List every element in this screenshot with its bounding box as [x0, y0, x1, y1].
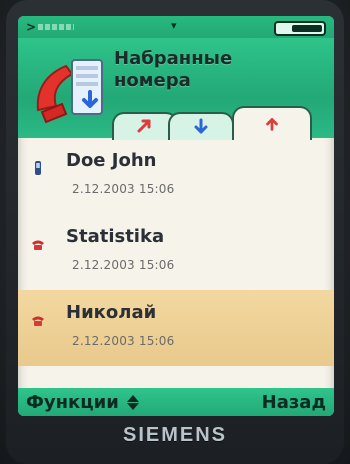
page-title-line2: номера	[114, 70, 191, 91]
signal-strength-icon	[38, 24, 74, 30]
mobile-phone-icon	[35, 161, 41, 175]
status-bar: > ▾	[18, 16, 334, 38]
tab-dialed[interactable]	[232, 106, 312, 140]
list-item[interactable]: Doe John 2.12.2003 15:06	[18, 138, 334, 214]
right-softkey[interactable]: Назад	[262, 392, 326, 413]
brand-logo: SIEMENS	[122, 424, 228, 446]
header: Набранные номера	[18, 38, 334, 140]
call-datetime: 2.12.2003 15:06	[72, 258, 175, 272]
call-type-tabs	[112, 98, 330, 140]
contact-name: Doe John	[66, 150, 157, 171]
battery-icon	[274, 21, 326, 36]
page-title-line1: Набранные	[114, 48, 233, 69]
softkey-bar: Функции Назад	[18, 388, 334, 416]
page-title: Набранные номера	[114, 48, 324, 92]
phone-screen: > ▾ Набранные номера Doe John 2.12.2003 …	[18, 16, 334, 416]
list-item[interactable]: Statistika 2.12.2003 15:06	[18, 214, 334, 290]
right-softkey-label: Назад	[261, 391, 326, 413]
call-datetime: 2.12.2003 15:06	[72, 182, 175, 196]
dialed-call-icon	[266, 118, 278, 131]
contact-name: Николай	[66, 302, 157, 323]
signal-icon: >	[26, 20, 37, 34]
dialed-numbers-list: Doe John 2.12.2003 15:06 Statistika 2.12…	[18, 138, 334, 388]
received-call-icon	[194, 118, 208, 134]
left-softkey-label: Функции	[26, 391, 119, 413]
left-softkey[interactable]: Функции	[26, 392, 139, 413]
status-indicator-icon: ▾	[171, 19, 177, 32]
dialed-calls-icon	[36, 59, 103, 124]
list-item-selected[interactable]: Николай 2.12.2003 15:06	[18, 290, 334, 366]
home-phone-icon	[32, 316, 44, 326]
missed-call-icon	[137, 119, 151, 133]
contact-name: Statistika	[66, 226, 165, 247]
call-datetime: 2.12.2003 15:06	[72, 334, 175, 348]
tab-received[interactable]	[168, 112, 234, 140]
home-phone-icon	[32, 240, 44, 250]
navigate-up-down-icon	[126, 394, 139, 410]
